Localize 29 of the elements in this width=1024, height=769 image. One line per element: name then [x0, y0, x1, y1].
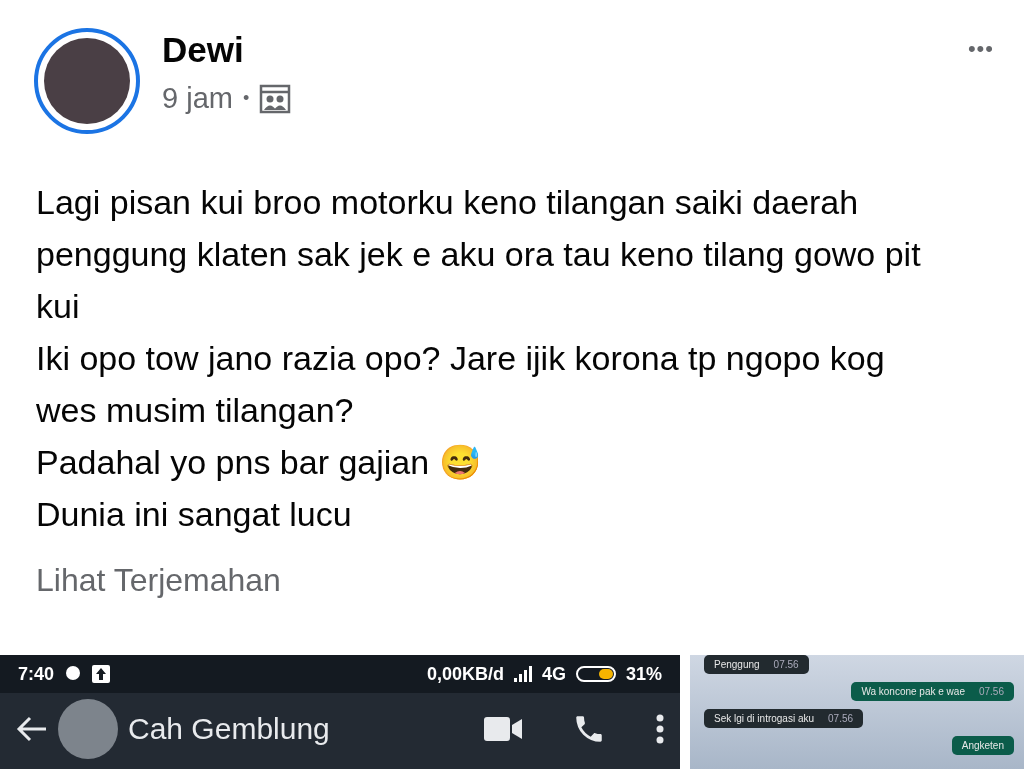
- post-text: Lagi pisan kui broo motorku keno tilangan saiki daerah penggung klaten sak jek e aku ora tau keno tilang gowo pit kui Iki opo tow jano razia opo? Jare ijik korona tp ngopo kog wes musim tilangan? Padahal yo pns bar gajian 😅 Dunia ini sangat lucu: [35, 182, 922, 535]
- message-text: Penggung: [714, 659, 760, 670]
- status-time: 7:40: [18, 663, 55, 685]
- network-type: 4G: [541, 663, 566, 685]
- see-translation-link[interactable]: Lihat Terjemahan: [36, 562, 281, 598]
- message-time: 07.56: [828, 713, 854, 724]
- message-time: 07.56: [773, 659, 799, 670]
- message-text: Sek lgi di introgasi aku: [714, 713, 815, 724]
- message-time: 07.56: [978, 686, 1004, 697]
- upload-icon: [92, 665, 111, 683]
- separator-dot: •: [242, 88, 250, 109]
- video-call-icon[interactable]: [484, 717, 522, 741]
- more-options-button[interactable]: •••: [967, 36, 994, 62]
- battery-level: 31%: [625, 663, 662, 685]
- post-time[interactable]: 9 jam: [162, 82, 233, 115]
- chat-photo[interactable]: Penggung 07.56 Wa koncone pak e wae 07.56 Sek lgi di introgasi aku 07.56 Angketen: [690, 655, 1024, 769]
- more-menu-icon[interactable]: [656, 714, 664, 744]
- avatar[interactable]: [44, 38, 130, 124]
- contact-avatar[interactable]: [58, 699, 118, 759]
- message-text: Wa koncone pak e wae: [861, 686, 965, 697]
- message-text: Angketen: [961, 740, 1004, 751]
- friends-audience-icon: [259, 83, 292, 114]
- chat-screenshot[interactable]: 7:40 0,00KB/d 4G 31% Cah Gemblung: [0, 655, 680, 769]
- author-name[interactable]: Dewi: [162, 30, 292, 70]
- contact-name[interactable]: Cah Gemblung: [128, 712, 330, 746]
- signal-icon: [513, 666, 532, 682]
- back-arrow-icon[interactable]: [16, 715, 48, 743]
- battery-icon: [575, 666, 616, 682]
- network-speed: 0,00KB/d: [426, 663, 504, 685]
